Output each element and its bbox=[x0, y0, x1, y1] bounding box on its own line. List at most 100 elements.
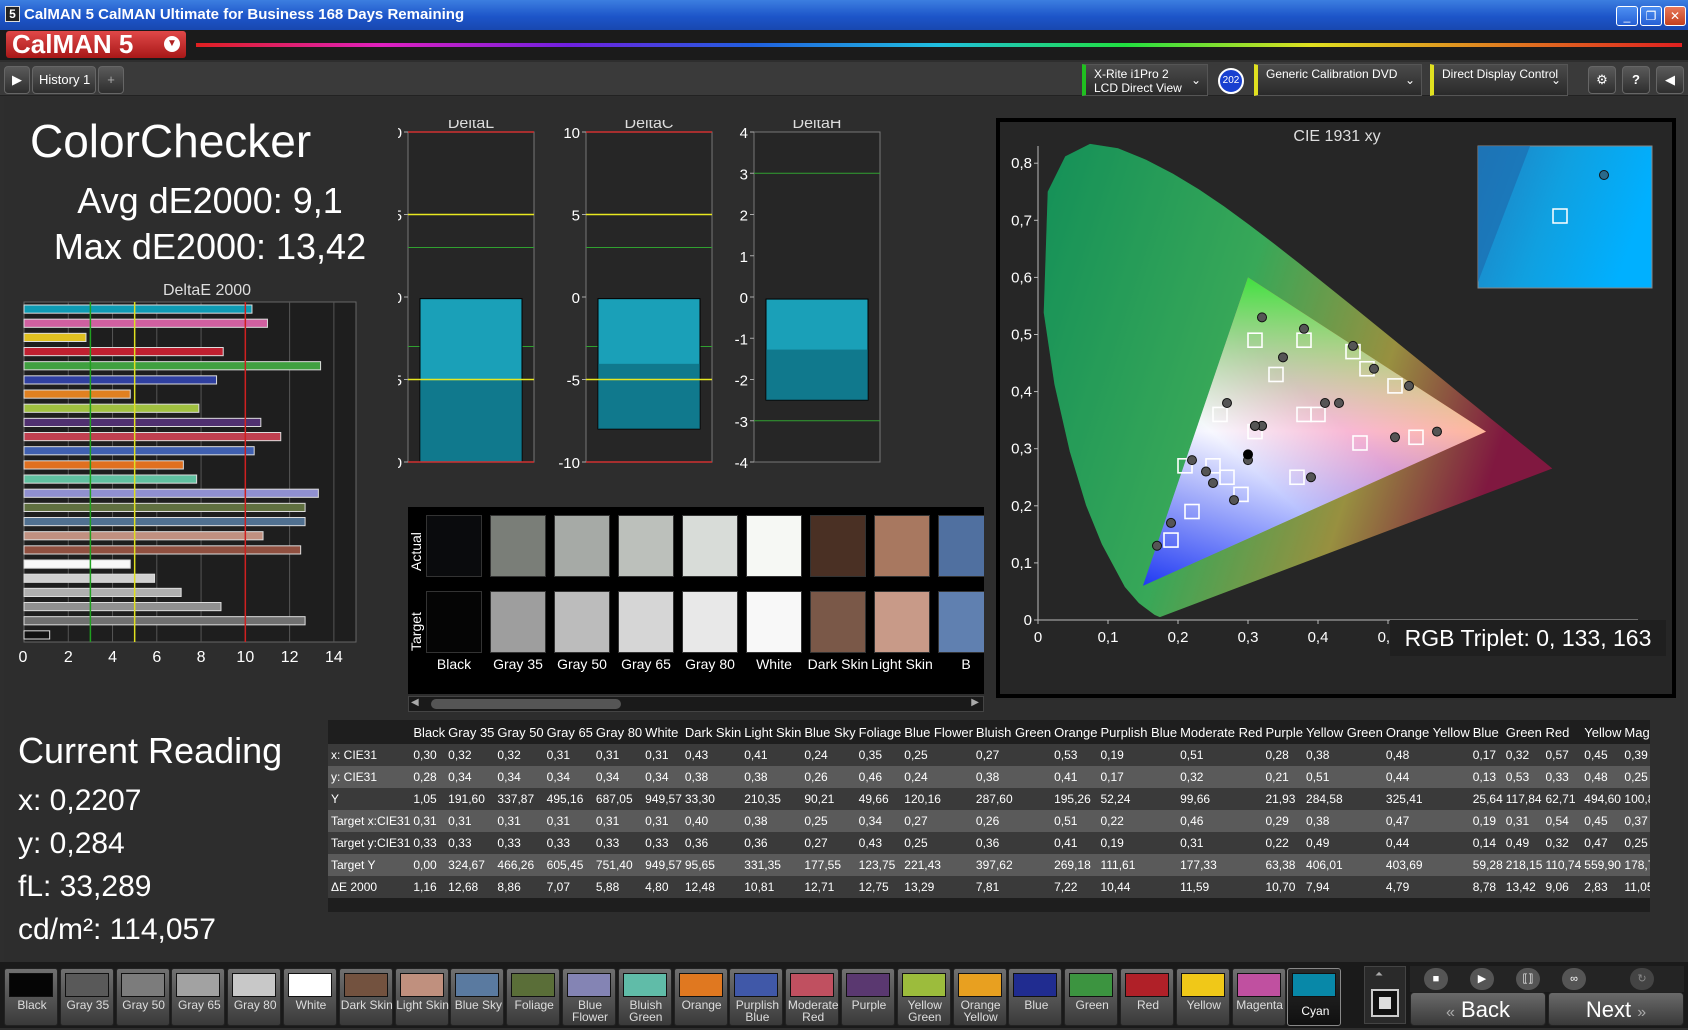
measured-point bbox=[1187, 455, 1197, 466]
swatch-button[interactable]: Gray 80 bbox=[227, 968, 282, 1026]
swatch-button[interactable]: Black bbox=[4, 968, 58, 1026]
row-label: x: CIE31 bbox=[328, 744, 411, 766]
delta-bar-shade bbox=[766, 349, 868, 401]
y-tick-label: 5 bbox=[572, 208, 580, 225]
swatch-button[interactable]: Purple bbox=[841, 968, 895, 1026]
y-tick-label: -3 bbox=[735, 414, 748, 431]
scroll-thumb[interactable] bbox=[431, 699, 621, 709]
minimize-icon[interactable]: _ bbox=[1616, 6, 1638, 26]
reading-cdm2: cd/m²: 114,057 bbox=[18, 913, 216, 946]
brand-menu-button[interactable]: CalMAN 5 ▼ bbox=[6, 31, 186, 58]
swatch-button[interactable]: Yellow Green bbox=[896, 968, 951, 1026]
y-tick-label: 2 bbox=[740, 208, 748, 225]
chevron-up-icon[interactable]: ⏶ bbox=[1375, 969, 1383, 980]
table-cell: 0,25 bbox=[1621, 766, 1650, 788]
swatch-button[interactable]: Gray 50 bbox=[115, 968, 170, 1026]
swatch-button[interactable]: Gray 65 bbox=[171, 968, 226, 1026]
table-cell: 0,19 bbox=[1469, 810, 1503, 832]
swatch-button[interactable]: Green bbox=[1064, 968, 1119, 1026]
stop-measure-button[interactable] bbox=[1371, 989, 1399, 1017]
continuous-icon[interactable]: ∞ bbox=[1562, 968, 1586, 990]
measured-point bbox=[1257, 312, 1267, 323]
swatch-button[interactable]: Orange bbox=[673, 968, 728, 1026]
scroll-left-icon[interactable]: ◀ bbox=[411, 697, 419, 708]
swatch-button[interactable]: Bluish Green bbox=[617, 968, 672, 1026]
table-cell: 0,31 bbox=[494, 810, 544, 832]
table-cell: 0,27 bbox=[972, 744, 1052, 766]
swatch-button[interactable]: Moderate Red bbox=[785, 968, 840, 1026]
tab-history-1[interactable]: History 1 bbox=[32, 66, 96, 94]
swatch-button[interactable]: Purplish Blue bbox=[729, 968, 784, 1026]
swatch-button[interactable]: Light Skin bbox=[394, 968, 449, 1026]
target-patch bbox=[682, 591, 738, 653]
table-cell: 0,38 bbox=[741, 766, 802, 788]
table-row: Target Y 0,00 324,67 466,26 605,45 751,40 949,… bbox=[328, 854, 1650, 876]
swatch-button[interactable]: Cyan bbox=[1287, 968, 1342, 1026]
back-button[interactable]: « Back bbox=[1410, 992, 1546, 1026]
swatch-button[interactable]: White bbox=[283, 968, 337, 1026]
table-cell: 0,49 bbox=[1303, 832, 1383, 854]
meter-selector[interactable]: X-Rite i1Pro 2 LCD Direct View ⌄ bbox=[1082, 64, 1208, 96]
measurement-table-panel: Black Gray 35 Gray 50 Gray 65 Gray 80 White Da… bbox=[328, 720, 1650, 912]
target-patch bbox=[490, 591, 546, 653]
swatch-button[interactable]: Orange Yellow bbox=[952, 968, 1007, 1026]
table-cell: 559,90 bbox=[1581, 854, 1622, 876]
gear-icon[interactable]: ⚙ bbox=[1588, 66, 1616, 94]
patch-label: B bbox=[961, 656, 971, 672]
help-icon[interactable]: ? bbox=[1622, 66, 1650, 94]
table-cell: 0,38 bbox=[1303, 744, 1383, 766]
measure-step-icon[interactable]: ⟦⟧ bbox=[1516, 968, 1540, 990]
display-selector[interactable]: Direct Display Control ⌄ bbox=[1430, 64, 1568, 96]
table-cell: 210,35 bbox=[741, 788, 802, 810]
table-cell: 7,94 bbox=[1303, 876, 1383, 898]
swatch-button[interactable]: Blue Flower bbox=[562, 968, 616, 1026]
swatch-button[interactable]: Yellow bbox=[1175, 968, 1230, 1026]
max-de: Max dE2000: 13,42 bbox=[53, 226, 367, 267]
measured-point bbox=[1404, 380, 1414, 391]
table-cell: 117,84 bbox=[1502, 788, 1543, 810]
swatch-button[interactable]: Gray 35 bbox=[59, 968, 114, 1026]
table-cell: 0,34 bbox=[494, 766, 544, 788]
deltae-bar bbox=[23, 517, 306, 527]
column-header bbox=[328, 720, 411, 744]
swatch-button[interactable]: Red bbox=[1120, 968, 1174, 1026]
table-cell: 111,61 bbox=[1097, 854, 1178, 876]
measured-point bbox=[1166, 517, 1176, 528]
next-button[interactable]: Next » bbox=[1548, 992, 1684, 1026]
meter-badge[interactable]: 202 bbox=[1218, 68, 1244, 94]
x-tick-label: 2 bbox=[64, 649, 73, 666]
close-icon[interactable]: ✕ bbox=[1664, 6, 1686, 26]
collapse-icon[interactable]: ◀ bbox=[1656, 66, 1684, 94]
scroll-right-icon[interactable]: ▶ bbox=[971, 697, 979, 708]
stop-panel: ⏶ bbox=[1364, 966, 1406, 1024]
swatch-button[interactable]: Blue Sky bbox=[450, 968, 505, 1026]
swatch-button[interactable]: Magenta bbox=[1231, 968, 1286, 1026]
table-cell: 324,67 bbox=[445, 854, 495, 876]
deltae-bar bbox=[23, 347, 224, 357]
measured-point bbox=[1222, 398, 1232, 409]
record-icon[interactable]: ■ bbox=[1424, 968, 1448, 990]
source-selector[interactable]: Generic Calibration DVD ⌄ bbox=[1254, 64, 1422, 96]
swatch-button[interactable]: Blue bbox=[1008, 968, 1063, 1026]
patch-scrollbar[interactable]: ◀ ▶ bbox=[408, 696, 984, 712]
deltae-bar bbox=[23, 502, 306, 512]
delta-panel-title: DeltaL bbox=[448, 120, 494, 132]
add-tab-icon[interactable]: + bbox=[98, 66, 124, 94]
table-cell: 33,30 bbox=[681, 788, 742, 810]
table-cell: 0,44 bbox=[1382, 832, 1470, 854]
table-cell: 0,25 bbox=[801, 810, 856, 832]
window-titlebar: 5 CalMAN 5 CalMAN Ultimate for Business … bbox=[0, 0, 1688, 30]
swatch-button[interactable]: Foliage bbox=[506, 968, 561, 1026]
play-icon[interactable]: ▶ bbox=[4, 66, 30, 94]
column-header: Purplish Blue bbox=[1097, 720, 1178, 744]
y-tick-label: 0,4 bbox=[1011, 384, 1032, 401]
swatch-button[interactable]: Dark Skin bbox=[338, 968, 393, 1026]
delta-panel-title: DeltaH bbox=[793, 120, 842, 132]
table-cell: 0,48 bbox=[1581, 766, 1622, 788]
table-cell: 0,38 bbox=[741, 810, 802, 832]
restore-icon[interactable]: ❐ bbox=[1640, 6, 1662, 26]
play-icon[interactable]: ▶ bbox=[1470, 968, 1494, 990]
refresh-icon[interactable]: ↻ bbox=[1630, 968, 1654, 990]
column-header: Light Skin bbox=[741, 720, 802, 744]
table-cell: 12,68 bbox=[445, 876, 495, 898]
